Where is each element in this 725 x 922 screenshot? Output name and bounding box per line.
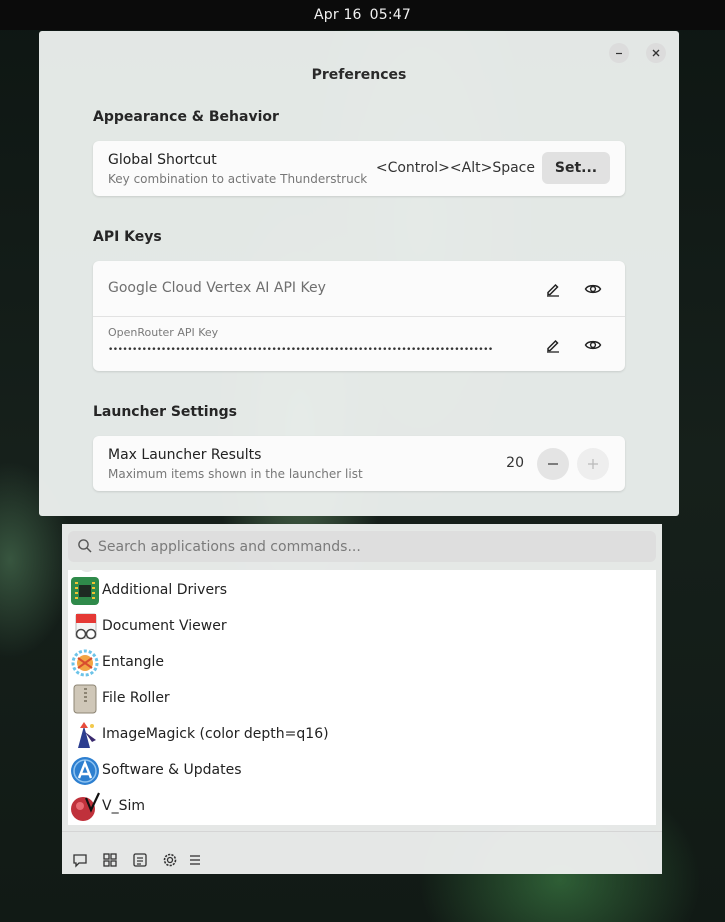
edit-google-key-button[interactable]: [541, 277, 565, 301]
list-item[interactable]: Software & Updates: [68, 753, 656, 789]
set-shortcut-button[interactable]: Set...: [542, 152, 610, 184]
increment-button[interactable]: [577, 448, 609, 480]
partial-app-icon: [78, 570, 96, 572]
document-viewer-icon: [75, 613, 97, 640]
api-keys-card: Google Cloud Vertex AI API Key OpenRoute…: [93, 261, 625, 371]
entangle-icon: [71, 649, 99, 677]
global-shortcut-title: Global Shortcut: [108, 152, 217, 168]
window-title: Preferences: [311, 67, 407, 83]
list-item[interactable]: V_Sim: [68, 789, 656, 825]
edit-icon: [547, 283, 559, 297]
show-openrouter-key-button[interactable]: [581, 333, 605, 357]
openrouter-key-label: OpenRouter API Key: [108, 326, 219, 339]
menu-icon[interactable]: [187, 852, 203, 868]
minus-icon: [548, 463, 558, 465]
max-results-title: Max Launcher Results: [108, 447, 262, 463]
launcher-settings-card: Max Launcher Results Maximum items shown…: [93, 436, 625, 491]
eye-icon: [584, 340, 602, 350]
launcher-toolbar: [62, 831, 662, 874]
clock-date[interactable]: Apr 16: [314, 7, 362, 23]
decrement-button[interactable]: [537, 448, 569, 480]
shortcut-value: <Control><Alt>Space: [375, 160, 535, 176]
max-results-subtitle: Maximum items shown in the launcher list: [108, 467, 363, 481]
imagemagick-icon: [78, 722, 96, 748]
chip-icon: [71, 577, 99, 605]
google-api-key-field[interactable]: Google Cloud Vertex AI API Key: [108, 280, 326, 296]
plus-icon: [588, 459, 598, 469]
search-icon: [78, 539, 92, 553]
top-bar: Apr 16 05:47: [0, 0, 725, 30]
list-item[interactable]: Additional Drivers: [68, 573, 656, 609]
app-name: V_Sim: [102, 798, 145, 814]
appearance-card: Global Shortcut Key combination to activ…: [93, 141, 625, 196]
clock-time[interactable]: 05:47: [370, 7, 411, 23]
global-shortcut-subtitle: Key combination to activate Thunderstruc…: [108, 172, 368, 186]
notes-icon[interactable]: [132, 852, 148, 868]
list-item[interactable]: ImageMagick (color depth=q16): [68, 717, 656, 753]
settings-icon[interactable]: [162, 852, 178, 868]
chat-icon[interactable]: [72, 852, 88, 868]
search-bar[interactable]: [68, 531, 656, 562]
list-item[interactable]: Entangle: [68, 645, 656, 681]
app-name: Entangle: [102, 654, 165, 670]
preferences-window: Preferences Appearance & Behavior Global…: [39, 31, 679, 516]
max-results-value[interactable]: 20: [506, 455, 524, 471]
google-api-key-row[interactable]: Google Cloud Vertex AI API Key: [93, 261, 625, 316]
edit-openrouter-key-button[interactable]: [541, 333, 565, 357]
grid-icon[interactable]: [102, 852, 118, 868]
minimize-icon: [616, 52, 622, 55]
app-name: Additional Drivers: [102, 582, 228, 598]
show-google-key-button[interactable]: [581, 277, 605, 301]
openrouter-key-field[interactable]: ••••••••••••••••••••••••••••••••••••••••…: [108, 345, 495, 357]
search-input[interactable]: [98, 531, 648, 562]
results-list[interactable]: Additional Drivers Document Viewer Entan…: [68, 570, 656, 825]
list-item[interactable]: Document Viewer: [68, 609, 656, 645]
appearance-section-title: Appearance & Behavior: [93, 109, 279, 125]
global-shortcut-row: Global Shortcut Key combination to activ…: [93, 141, 625, 196]
max-results-row: Max Launcher Results Maximum items shown…: [93, 436, 625, 491]
archive-icon: [73, 684, 97, 714]
minimize-button[interactable]: [609, 43, 629, 63]
eye-icon: [584, 284, 602, 294]
app-name: ImageMagick (color depth=q16): [102, 726, 329, 742]
close-icon: [652, 49, 660, 57]
vsim-icon: [71, 792, 100, 821]
list-item[interactable]: File Roller: [68, 681, 656, 717]
close-button[interactable]: [646, 43, 666, 63]
api-keys-section-title: API Keys: [93, 229, 162, 245]
launcher-section-title: Launcher Settings: [93, 404, 237, 420]
app-name: Document Viewer: [102, 618, 227, 634]
app-name: Software & Updates: [102, 762, 242, 778]
openrouter-api-key-row[interactable]: OpenRouter API Key •••••••••••••••••••••…: [93, 316, 625, 371]
software-updates-icon: [71, 757, 99, 785]
edit-icon: [547, 339, 559, 353]
app-name: File Roller: [102, 690, 170, 706]
launcher-window: Additional Drivers Document Viewer Entan…: [62, 524, 662, 874]
